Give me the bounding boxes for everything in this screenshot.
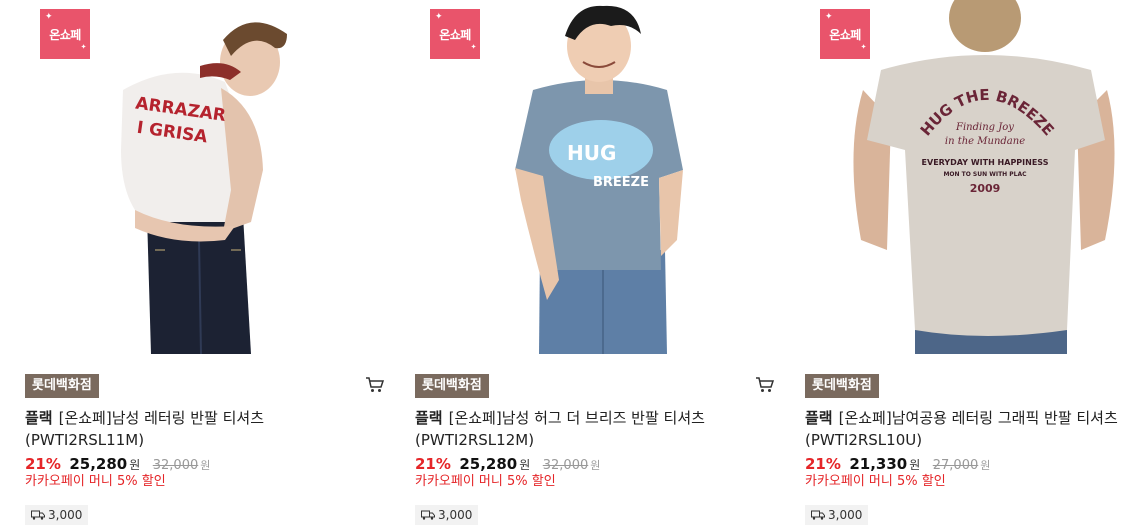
delivery-truck-icon — [421, 510, 435, 520]
product-grid: ✦ 온쇼페 ✦ ARRAZAR I GRISA 롯데백화점 플랙 [온쇼페]남성… — [0, 0, 1134, 530]
onshope-badge: ✦ 온쇼페 ✦ — [820, 9, 870, 59]
payment-promo: 카카오페이 머니 5% 할인 — [415, 474, 556, 489]
shipping-fee: 3,000 — [48, 508, 83, 522]
product-image[interactable]: ✦ 온쇼페 ✦ ARRAZAR I GRISA — [25, 0, 385, 354]
shipping-fee: 3,000 — [828, 508, 863, 522]
discount-rate: 21% — [805, 455, 841, 473]
onshope-badge: ✦ 온쇼페 ✦ — [40, 9, 90, 59]
product-name: [온쇼페]남성 레터링 반팔 티셔츠 (PWTI2RSL11M) — [25, 409, 265, 449]
svg-text:HUG: HUG — [567, 141, 616, 165]
price-unit: 원 — [909, 458, 921, 472]
svg-text:in the Mundane: in the Mundane — [945, 136, 1025, 147]
store-label: 롯데백화점 — [415, 374, 489, 398]
discount-rate: 21% — [415, 455, 451, 473]
brand-name: 플랙 — [25, 409, 53, 427]
product-card[interactable]: ✦ 온쇼페 ✦ ARRAZAR I GRISA 롯데백화점 플랙 [온쇼페]남성… — [25, 0, 385, 530]
sale-price: 25,280 — [69, 455, 128, 473]
price-unit: 원 — [519, 458, 531, 472]
payment-promo: 카카오페이 머니 5% 할인 — [805, 474, 946, 489]
product-card[interactable]: ✦ 온쇼페 ✦ HUG BREEZE 롯데백화점 플랙 [온쇼페]남성 허그 더… — [415, 0, 775, 530]
original-price-unit: 원 — [980, 459, 991, 472]
original-price: 27,000 — [932, 458, 979, 473]
shipping-fee: 3,000 — [438, 508, 473, 522]
shopping-cart-icon[interactable] — [365, 376, 385, 394]
svg-text:EVERYDAY WITH HAPPINESS: EVERYDAY WITH HAPPINESS — [922, 158, 1049, 167]
payment-promo: 카카오페이 머니 5% 할인 — [25, 474, 166, 489]
sale-price: 21,330 — [849, 455, 908, 473]
shopping-cart-icon[interactable] — [755, 376, 775, 394]
original-price-unit: 원 — [590, 459, 601, 472]
product-image[interactable]: ✦ 온쇼페 ✦ HUG THE BREEZE Finding Joy in the … — [805, 0, 1134, 354]
product-card[interactable]: ✦ 온쇼페 ✦ HUG THE BREEZE Finding Joy in the … — [805, 0, 1134, 530]
product-name: [온쇼페]남여공용 레터링 그래픽 반팔 티셔츠 (PWTI2RSL10U) — [805, 409, 1118, 449]
price-unit: 원 — [129, 458, 141, 472]
shipping-fee-badge: 3,000 — [805, 505, 869, 525]
shipping-fee-badge: 3,000 — [25, 505, 89, 525]
product-image[interactable]: ✦ 온쇼페 ✦ HUG BREEZE — [415, 0, 775, 354]
onshope-badge: ✦ 온쇼페 ✦ — [430, 9, 480, 59]
svg-text:MON TO SUN WITH PLAC: MON TO SUN WITH PLAC — [943, 171, 1027, 178]
svg-text:2009: 2009 — [970, 182, 1001, 195]
product-name: [온쇼페]남성 허그 더 브리즈 반팔 티셔츠 (PWTI2RSL12M) — [415, 409, 705, 449]
original-price: 32,000 — [542, 458, 589, 473]
delivery-truck-icon — [811, 510, 825, 520]
brand-name: 플랙 — [805, 409, 833, 427]
product-title[interactable]: 플랙 [온쇼페]남여공용 레터링 그래픽 반팔 티셔츠 (PWTI2RSL10U) — [805, 407, 1134, 451]
original-price: 32,000 — [152, 458, 199, 473]
shipping-fee-badge: 3,000 — [415, 505, 479, 525]
store-label: 롯데백화점 — [25, 374, 99, 398]
discount-rate: 21% — [25, 455, 61, 473]
sale-price: 25,280 — [459, 455, 518, 473]
product-title[interactable]: 플랙 [온쇼페]남성 허그 더 브리즈 반팔 티셔츠 (PWTI2RSL12M) — [415, 407, 775, 451]
svg-text:Finding Joy: Finding Joy — [955, 122, 1014, 133]
delivery-truck-icon — [31, 510, 45, 520]
product-title[interactable]: 플랙 [온쇼페]남성 레터링 반팔 티셔츠 (PWTI2RSL11M) — [25, 407, 385, 451]
store-label: 롯데백화점 — [805, 374, 879, 398]
brand-name: 플랙 — [415, 409, 443, 427]
original-price-unit: 원 — [200, 459, 211, 472]
svg-text:BREEZE: BREEZE — [593, 175, 649, 190]
